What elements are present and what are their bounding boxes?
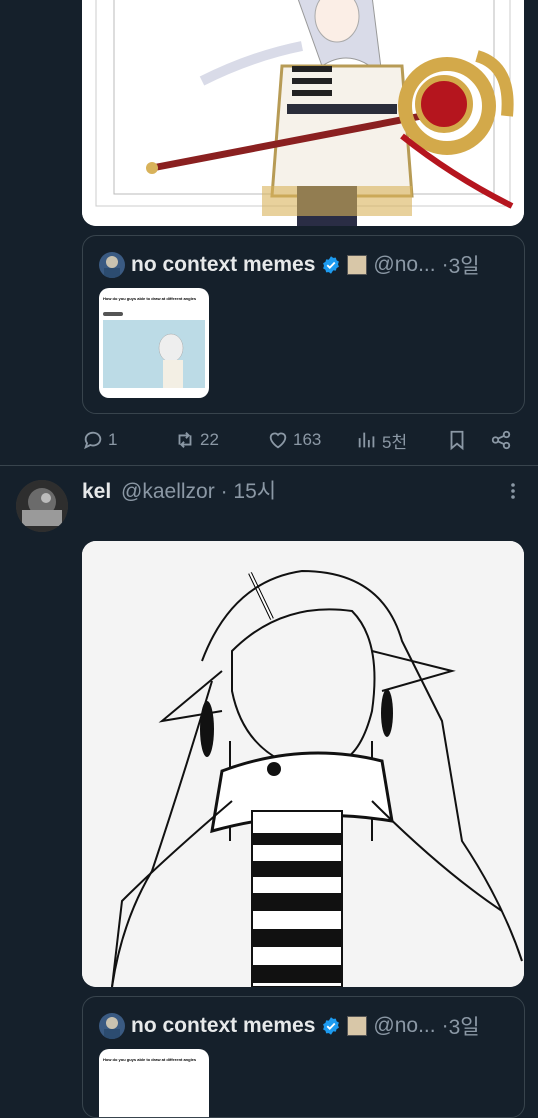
quoted-author-avatar[interactable] [99, 1013, 125, 1039]
quoted-author-name[interactable]: no context memes [131, 253, 315, 277]
like-count: 163 [293, 430, 322, 449]
bookmark-icon [450, 430, 464, 451]
bookmark-button[interactable] [446, 429, 468, 451]
quoted-post-time[interactable]: 3일 [449, 250, 480, 280]
reply-button[interactable]: 1 [82, 429, 117, 451]
separator-dot: · [441, 1014, 449, 1037]
quoted-post-header: no context memes @no... · 3일 [99, 1011, 514, 1041]
profile-emoji-icon [347, 1016, 368, 1036]
repost-icon [178, 432, 192, 448]
post2-author-name[interactable]: kel [82, 480, 111, 503]
lineart-illustration [82, 541, 524, 987]
view-count: 5천 [382, 432, 408, 452]
separator-dot: · [220, 480, 228, 503]
views-chart-icon [358, 432, 375, 448]
avatar-image [16, 480, 68, 532]
heart-icon [269, 432, 287, 449]
quoted-post-time[interactable]: 3일 [449, 1011, 480, 1041]
post2-media-image[interactable] [82, 541, 524, 987]
verified-badge-icon [323, 1017, 340, 1035]
post1-action-bar: 1 22 163 5천 [82, 425, 512, 455]
like-button[interactable]: 163 [267, 429, 321, 451]
thumbnail-caption: How do you guys able to draw at differen… [103, 296, 197, 301]
quoted-author-handle[interactable]: @no... [373, 253, 435, 277]
verified-badge-icon [323, 256, 340, 274]
repost-count: 22 [200, 430, 219, 449]
share-button[interactable] [490, 429, 512, 451]
post2-author-handle[interactable]: @kaellzor [121, 480, 215, 503]
post1-media-image[interactable] [82, 0, 524, 226]
quoted-media-thumbnail[interactable]: How do you guys able to draw at differen… [99, 1049, 209, 1117]
quoted-author-avatar[interactable] [99, 252, 125, 278]
quoted-post-header: no context memes @no... · 3일 [99, 250, 514, 280]
share-icon [491, 430, 511, 450]
post2-header: kel @kaellzor · 15시 [82, 475, 502, 505]
reply-icon [84, 431, 102, 450]
post2-time[interactable]: 15시 [233, 480, 276, 503]
quoted-media-thumbnail[interactable]: How do you guys able to draw at differen… [99, 288, 209, 398]
reply-count: 1 [108, 430, 118, 449]
quoted-author-name[interactable]: no context memes [131, 1014, 315, 1038]
profile-emoji-icon [347, 255, 368, 275]
frieren-staff-illustration [82, 0, 524, 226]
post2-author-avatar[interactable] [16, 480, 68, 532]
quoted-post-card[interactable]: no context memes @no... · 3일 How do you … [82, 235, 525, 414]
quoted-author-handle[interactable]: @no... [373, 1014, 435, 1038]
thumbnail-caption: How do you guys able to draw at differen… [103, 1057, 197, 1062]
post-divider [0, 465, 538, 466]
repost-button[interactable]: 22 [174, 429, 219, 451]
separator-dot: · [441, 253, 449, 276]
more-vertical-icon [511, 483, 515, 499]
more-options-button[interactable] [502, 480, 524, 502]
thumbnail-illustration [103, 312, 205, 388]
quoted-post-card[interactable]: no context memes @no... · 3일 How do you … [82, 996, 525, 1118]
views-button[interactable]: 5천 [356, 428, 407, 453]
